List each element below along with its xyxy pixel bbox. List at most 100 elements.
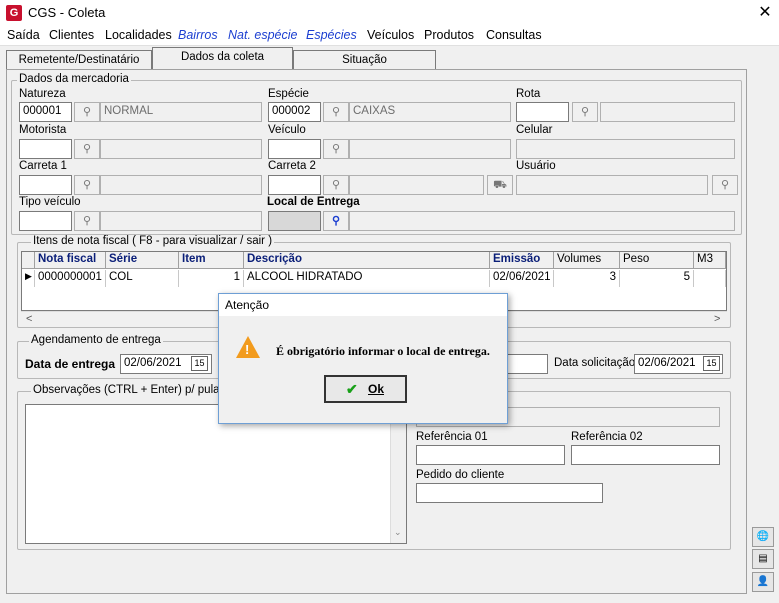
menu-especies[interactable]: Espécies xyxy=(306,28,357,42)
data-solicitacao-value: 02/06/2021 xyxy=(638,357,696,369)
binoculars-icon[interactable]: ⚲ xyxy=(712,175,738,195)
cell-volumes[interactable]: 3 xyxy=(554,270,620,287)
veiculo-desc-field xyxy=(349,139,511,159)
especie-desc-field: CAIXAS xyxy=(349,102,511,122)
mercadoria-legend: Dados da mercadoria xyxy=(17,73,131,85)
binoculars-icon[interactable]: ⚲ xyxy=(323,102,349,122)
close-icon[interactable]: ✕ xyxy=(754,2,776,24)
menu-localidades[interactable]: Localidades xyxy=(105,28,172,42)
referencia2-input[interactable] xyxy=(571,445,720,465)
carreta2-input[interactable] xyxy=(268,175,321,195)
calendar-icon[interactable]: 15 xyxy=(703,356,720,371)
tipo-veiculo-input[interactable] xyxy=(19,211,72,231)
menu-consultas[interactable]: Consultas xyxy=(486,28,542,42)
especie-label: Espécie xyxy=(268,88,309,100)
observacoes-textarea[interactable]: ⌄ xyxy=(25,404,407,544)
col-header-item[interactable]: Item xyxy=(179,252,244,269)
data-solicitacao-input[interactable]: 02/06/2021 15 xyxy=(634,354,723,374)
especie-code-input[interactable]: 000002 xyxy=(268,102,321,122)
dialog-title: Atenção xyxy=(219,294,507,316)
check-icon: ✔ xyxy=(346,381,358,397)
binoculars-icon[interactable]: ⚲ xyxy=(323,175,349,195)
binoculars-icon[interactable]: ⚲ xyxy=(74,211,100,231)
referencia1-input[interactable] xyxy=(416,445,565,465)
cell-serie[interactable]: COL xyxy=(106,270,179,287)
cell-nota-fiscal[interactable]: 0000000001 xyxy=(35,270,106,287)
data-entrega-input[interactable]: 02/06/2021 15 xyxy=(120,354,212,374)
observacoes-legend: Observações (CTRL + Enter) p/ pular li xyxy=(31,384,234,396)
carreta1-desc-field xyxy=(100,175,262,195)
local-entrega-input[interactable] xyxy=(268,211,321,231)
agendamento-legend: Agendamento de entrega xyxy=(29,334,163,346)
menu-nat-especie[interactable]: Nat. espécie xyxy=(228,28,297,42)
binoculars-icon[interactable]: ⚲ xyxy=(74,102,100,122)
local-entrega-label: Local de Entrega xyxy=(267,196,360,208)
col-header-descricao[interactable]: Descrição xyxy=(244,252,490,269)
alert-dialog: Atenção ! É obrigatório informar o local… xyxy=(218,293,508,424)
tab-situacao[interactable]: Situação xyxy=(293,50,436,70)
truck-icon[interactable]: ⛟ xyxy=(487,175,513,195)
rota-label: Rota xyxy=(516,88,541,100)
col-header-volumes[interactable]: Volumes xyxy=(554,252,620,269)
binoculars-icon[interactable]: ⚲ xyxy=(74,139,100,159)
pedido-cliente-label: Pedido do cliente xyxy=(416,469,505,481)
pedido-cliente-input[interactable] xyxy=(416,483,603,503)
menu-saida[interactable]: Saída xyxy=(7,28,40,42)
natureza-desc-field: NORMAL xyxy=(100,102,262,122)
col-header-serie[interactable]: Série xyxy=(106,252,179,269)
cell-descricao[interactable]: ALCOOL HIDRATADO xyxy=(244,270,490,287)
rota-input[interactable] xyxy=(516,102,569,122)
col-header-emissao[interactable]: Emissão xyxy=(490,252,554,269)
ciot-icon[interactable]: ▤ xyxy=(752,549,774,569)
col-header-peso[interactable]: Peso xyxy=(620,252,694,269)
carreta1-label: Carreta 1 xyxy=(19,160,67,172)
binoculars-icon[interactable]: ⚲ xyxy=(323,211,349,231)
menu-produtos[interactable]: Produtos xyxy=(424,28,474,42)
data-entrega-value: 02/06/2021 xyxy=(124,357,182,369)
calendar-icon[interactable]: 15 xyxy=(191,356,208,371)
motorista-input[interactable] xyxy=(19,139,72,159)
scroll-down-icon[interactable]: ⌄ xyxy=(394,527,402,538)
usuario-field xyxy=(516,175,708,195)
motorista-label: Motorista xyxy=(19,124,67,136)
globe-icon[interactable]: 🌐 xyxy=(752,527,774,547)
cell-m3[interactable] xyxy=(694,270,726,287)
natureza-code-input[interactable]: 000001 xyxy=(19,102,72,122)
menu-veiculos[interactable]: Veículos xyxy=(367,28,414,42)
dialog-message: É obrigatório informar o local de entreg… xyxy=(276,344,490,358)
vertical-scrollbar[interactable]: ⌄ xyxy=(390,405,406,543)
motorista-desc-field xyxy=(100,139,262,159)
data-entrega-label: Data de entrega xyxy=(25,357,116,371)
veiculo-input[interactable] xyxy=(268,139,321,159)
menu-clientes[interactable]: Clientes xyxy=(49,28,94,42)
tipo-veiculo-desc-field xyxy=(100,211,262,231)
col-header-nota-fiscal[interactable]: Nota fiscal xyxy=(35,252,106,269)
binoculars-icon[interactable]: ⚲ xyxy=(323,139,349,159)
col-header-m3[interactable]: M3 xyxy=(694,252,726,269)
scroll-left-icon[interactable]: < xyxy=(26,313,32,325)
user-icon[interactable]: 👤 xyxy=(752,572,774,592)
binoculars-icon[interactable]: ⚲ xyxy=(74,175,100,195)
cell-item[interactable]: 1 xyxy=(179,270,244,287)
warning-mark: ! xyxy=(245,342,250,357)
menu-bairros[interactable]: Bairros xyxy=(178,28,218,42)
hora-entrega-input[interactable] xyxy=(506,354,548,374)
tab-remetente[interactable]: Remetente/Destinatário xyxy=(6,50,152,70)
cell-emissao[interactable]: 02/06/2021 xyxy=(490,270,554,287)
menu-bar: Saída Clientes Localidades Bairros Nat. … xyxy=(0,26,779,46)
rota-desc-field xyxy=(600,102,735,122)
ok-button[interactable]: ✔ Ok xyxy=(324,375,407,403)
tab-dados-coleta[interactable]: Dados da coleta xyxy=(152,47,293,69)
binoculars-icon[interactable]: ⚲ xyxy=(572,102,598,122)
cell-peso[interactable]: 5 xyxy=(620,270,694,287)
natureza-label: Natureza xyxy=(19,88,66,100)
celular-label: Celular xyxy=(516,124,553,136)
ok-label: Ok xyxy=(368,382,385,396)
carreta2-label: Carreta 2 xyxy=(268,160,316,172)
celular-field[interactable] xyxy=(516,139,735,159)
carreta1-input[interactable] xyxy=(19,175,72,195)
window-title: CGS - Coleta xyxy=(28,5,106,20)
app-logo-icon: G xyxy=(6,5,22,21)
title-bar: G CGS - Coleta ✕ xyxy=(0,0,779,26)
scroll-right-icon[interactable]: > xyxy=(714,313,720,325)
